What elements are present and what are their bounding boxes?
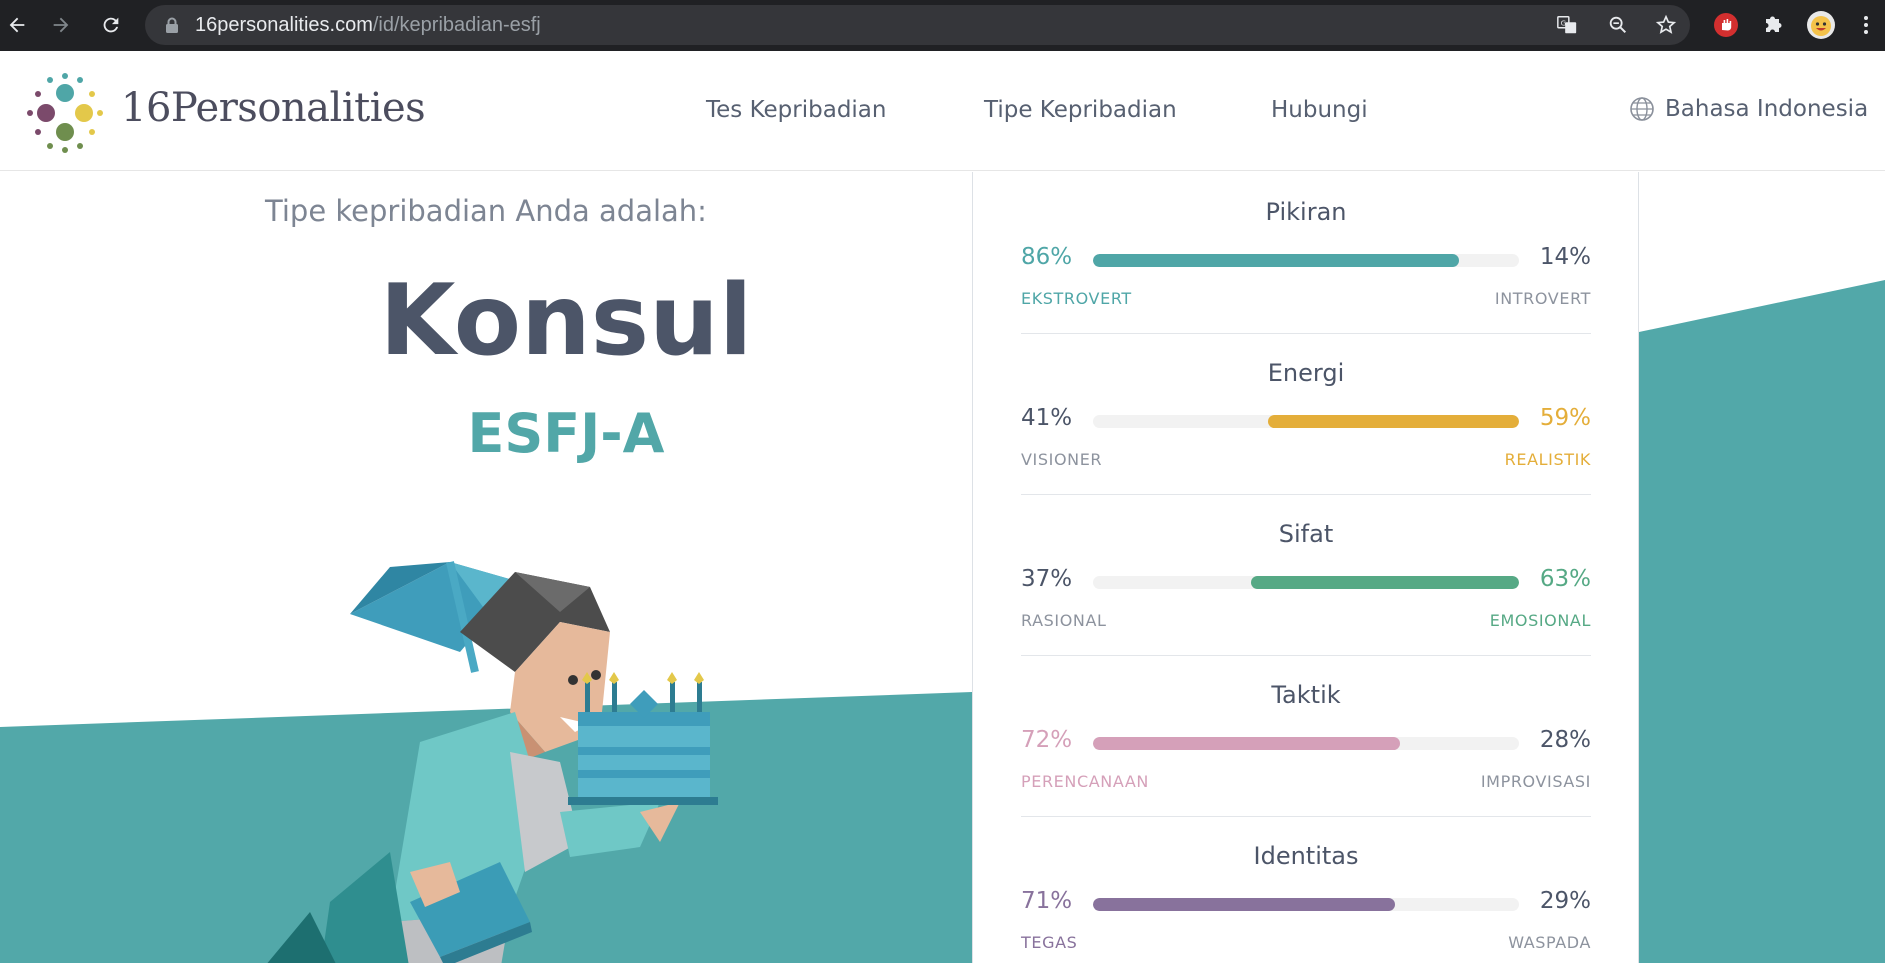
- zoom-icon[interactable]: [1607, 14, 1629, 36]
- trait-title: Sifat: [1278, 520, 1334, 548]
- trait-left-percent: 71%: [1021, 888, 1073, 914]
- forward-arrow-icon[interactable]: [44, 8, 78, 42]
- trait-right-label: WASPADA: [1508, 933, 1591, 952]
- trait-right-label: INTROVERT: [1494, 289, 1591, 308]
- trait-bar-fill: [1093, 254, 1459, 267]
- lock-icon: [166, 17, 178, 33]
- profile-avatar-icon[interactable]: [1806, 10, 1836, 40]
- adblock-extension-icon[interactable]: [1711, 10, 1741, 40]
- trait-right-percent: 29%: [1539, 888, 1591, 914]
- trait-bar: [1093, 254, 1519, 267]
- trait-title: Energi: [1267, 359, 1345, 387]
- globe-icon: [1630, 97, 1654, 121]
- trait-left-label: EKSTROVERT: [1021, 289, 1132, 308]
- trait-bar: [1093, 898, 1519, 911]
- extensions-puzzle-icon[interactable]: [1758, 10, 1788, 40]
- trait-bar-fill: [1268, 415, 1519, 428]
- trait-left-label: PERENCANAAN: [1021, 772, 1149, 791]
- trait-right-label: IMPROVISASI: [1480, 772, 1591, 791]
- nav-tes-kepribadian[interactable]: Tes Kepribadian: [706, 97, 886, 123]
- translate-icon[interactable]: G: [1556, 14, 1578, 36]
- trait-title: Pikiran: [1265, 198, 1347, 226]
- trait-left-percent: 41%: [1021, 405, 1073, 431]
- trait-title: Taktik: [1271, 681, 1341, 709]
- address-bar[interactable]: 16personalities.com/id/kepribadian-esfj …: [145, 5, 1690, 45]
- trait-right-label: REALISTIK: [1504, 450, 1591, 469]
- bookmark-star-icon[interactable]: [1655, 14, 1677, 36]
- trait-left-percent: 72%: [1021, 727, 1073, 753]
- nav-tipe-kepribadian[interactable]: Tipe Kepribadian: [984, 97, 1177, 123]
- trait-bar: [1093, 737, 1519, 750]
- result-intro: Tipe kepribadian Anda adalah:: [265, 194, 707, 228]
- trait-right-label: EMOSIONAL: [1489, 611, 1591, 630]
- trait-sifat: Sifat 37% 63% RASIONAL EMOSIONAL: [1021, 494, 1591, 656]
- svg-text:G: G: [1561, 18, 1567, 27]
- type-name: Konsul: [379, 264, 753, 378]
- trait-left-percent: 37%: [1021, 566, 1073, 592]
- trait-identitas: Identitas 71% 29% TEGAS WASPADA: [1021, 816, 1591, 963]
- traits-panel: Pikiran 86% 14% EKSTROVERT INTROVERT Ene…: [972, 172, 1639, 963]
- trait-left-label: VISIONER: [1021, 450, 1103, 469]
- reload-icon[interactable]: [94, 8, 128, 42]
- trait-right-percent: 63%: [1539, 566, 1591, 592]
- trait-pikiran: Pikiran 86% 14% EKSTROVERT INTROVERT: [1021, 172, 1591, 334]
- back-arrow-icon[interactable]: [0, 8, 34, 42]
- language-label: Bahasa Indonesia: [1665, 96, 1869, 122]
- result-section: Tipe kepribadian Anda adalah: Konsul ESF…: [0, 172, 1885, 963]
- trait-bar-fill: [1093, 737, 1400, 750]
- consul-character-illustration: [267, 561, 718, 963]
- trait-bar: [1093, 576, 1519, 589]
- trait-energi: Energi 41% 59% VISIONER REALISTIK: [1021, 333, 1591, 495]
- trait-title: Identitas: [1253, 842, 1359, 870]
- logo-text[interactable]: 16Personalities: [121, 85, 426, 131]
- type-code: ESFJ-A: [467, 402, 665, 465]
- trait-bar-fill: [1093, 898, 1395, 911]
- chrome-menu-icon[interactable]: [1851, 10, 1881, 40]
- browser-toolbar: 16personalities.com/id/kepribadian-esfj …: [0, 0, 1885, 51]
- language-selector[interactable]: Bahasa Indonesia: [1629, 96, 1868, 122]
- nav-hubungi[interactable]: Hubungi: [1271, 97, 1368, 123]
- url-text: 16personalities.com/id/kepribadian-esfj: [195, 14, 541, 36]
- trait-right-percent: 59%: [1539, 405, 1591, 431]
- trait-left-label: TEGAS: [1021, 933, 1078, 952]
- trait-left-label: RASIONAL: [1021, 611, 1107, 630]
- trait-left-percent: 86%: [1021, 244, 1073, 270]
- trait-right-percent: 14%: [1539, 244, 1591, 270]
- logo-dots-icon[interactable]: [20, 68, 110, 158]
- trait-bar: [1093, 415, 1519, 428]
- trait-bar-fill: [1251, 576, 1519, 589]
- trait-right-percent: 28%: [1539, 727, 1591, 753]
- trait-taktik: Taktik 72% 28% PERENCANAAN IMPROVISASI: [1021, 655, 1591, 817]
- site-header: 16Personalities Tes Kepribadian Tipe Kep…: [0, 51, 1885, 171]
